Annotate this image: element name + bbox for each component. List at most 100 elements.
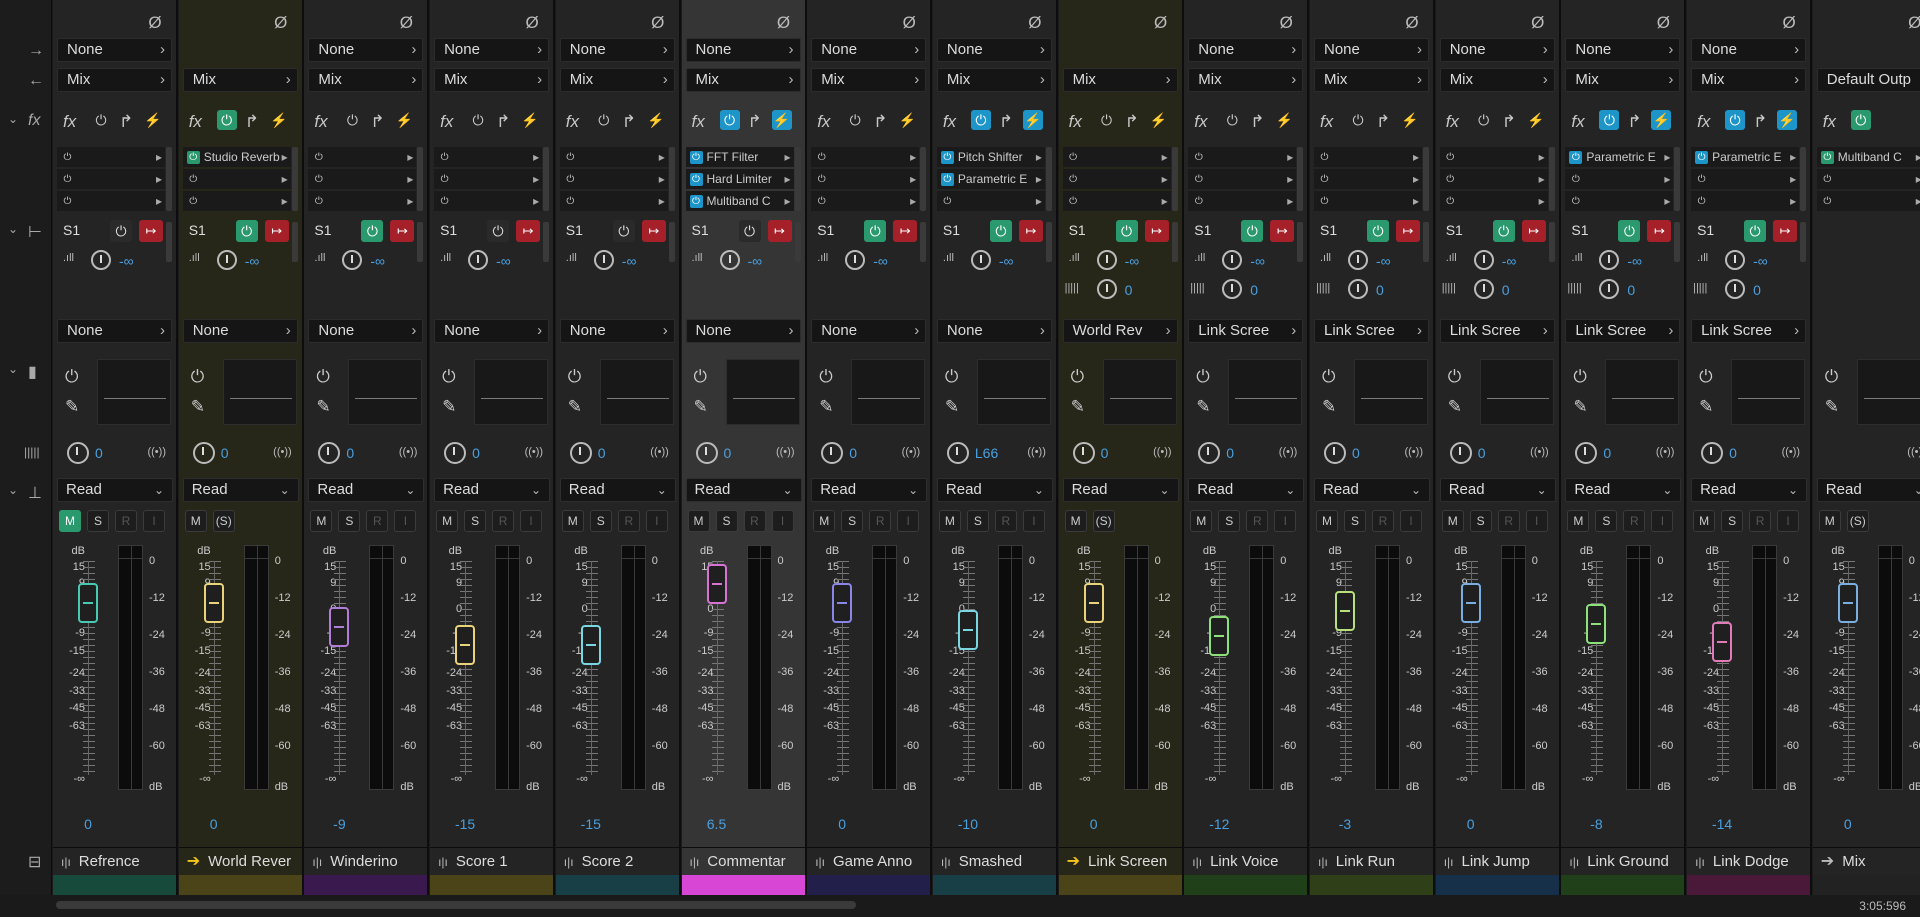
send-destination-select[interactable]: None › (559, 319, 675, 343)
volume-fader-handle[interactable] (1586, 604, 1607, 645)
pre-post-icon[interactable]: ↱ (873, 112, 887, 132)
pre-post-icon[interactable]: ↱ (1753, 112, 1767, 132)
fx-icon[interactable]: fx (1194, 112, 1207, 132)
send-route-button[interactable]: ↦ (767, 220, 792, 242)
volume-fader-handle[interactable] (832, 583, 853, 623)
fx-bolt-icon[interactable]: ⚡ (269, 110, 289, 130)
phase-invert-icon[interactable]: Ø (1904, 12, 1920, 34)
solo-button[interactable]: S (1721, 510, 1744, 532)
eq-graph[interactable] (474, 359, 549, 425)
eq-power-icon[interactable]: ⏻ (1573, 367, 1586, 387)
fx-slot[interactable]: ⏻ ▸ (1062, 191, 1171, 211)
send-power-button[interactable]: ⏻ (1744, 220, 1767, 242)
send-power-button[interactable]: ⏻ (1367, 220, 1389, 242)
send-route-button[interactable]: ↦ (1773, 220, 1798, 242)
send-power-button[interactable]: ⏻ (1241, 220, 1264, 242)
input-select[interactable]: None › (1565, 38, 1681, 62)
pencil-icon[interactable]: ✎ (1825, 397, 1839, 417)
stereo-icon[interactable]: ((•)) (1782, 446, 1801, 458)
fx-icon[interactable]: fx (817, 112, 830, 132)
pencil-icon[interactable]: ✎ (1071, 397, 1085, 417)
send-destination-select[interactable]: Link Scree › (1565, 319, 1681, 343)
track-name[interactable]: ı|ı Link Run (1310, 847, 1433, 875)
solo-button[interactable]: S (1344, 510, 1366, 532)
send-volume-knob[interactable] (342, 250, 363, 270)
pencil-icon[interactable]: ✎ (568, 397, 582, 417)
pencil-icon[interactable]: ✎ (1322, 397, 1336, 417)
phase-invert-icon[interactable]: Ø (270, 12, 292, 34)
fx-icon[interactable]: fx (1069, 112, 1082, 132)
fx-bolt-icon[interactable]: ⚡ (520, 110, 540, 130)
eq-power-icon[interactable]: ⏻ (1071, 367, 1084, 387)
fx-slot-power-icon[interactable]: ⏻ (187, 195, 200, 208)
fader-value[interactable]: -3 (1310, 816, 1380, 832)
pre-post-icon[interactable]: ↱ (1250, 112, 1264, 132)
track-name[interactable]: ı|ı Link Voice (1184, 847, 1308, 875)
stereo-icon[interactable]: ((•)) (525, 446, 544, 458)
send-scrollbar[interactable] (1171, 222, 1178, 262)
automation-mode-select[interactable]: Read ⌄ (559, 478, 676, 502)
fx-slot[interactable]: ⏻ Parametric E ▸ (1691, 147, 1800, 167)
send-scrollbar[interactable] (543, 222, 550, 262)
fx-slot-power-icon[interactable]: ⏻ (815, 151, 828, 164)
fx-slot[interactable]: ⏻ ▸ (936, 191, 1045, 211)
fx-slot-power-icon[interactable]: ⏻ (1067, 173, 1080, 186)
fader-value[interactable]: -10 (933, 816, 1003, 832)
fx-icon[interactable]: fx (943, 112, 956, 132)
fx-slot[interactable]: ⏻ ▸ (1314, 191, 1422, 211)
pencil-icon[interactable]: ✎ (1448, 397, 1462, 417)
send-scrollbar[interactable] (1423, 222, 1429, 262)
fx-scrollbar[interactable] (920, 147, 927, 211)
input-select[interactable]: None › (434, 38, 550, 62)
send-pan-knob[interactable] (1348, 279, 1368, 299)
fx-icon[interactable]: fx (1320, 112, 1333, 132)
input-monitor-button[interactable]: I (394, 510, 417, 532)
fx-scrollbar[interactable] (1045, 147, 1052, 211)
fx-slot-power-icon[interactable]: ⏻ (1821, 195, 1834, 208)
fx-power-button[interactable]: ⏻ (468, 110, 488, 130)
track-name[interactable]: ı|ı Link Ground (1561, 847, 1685, 875)
volume-fader-handle[interactable] (1837, 583, 1858, 623)
solo-button[interactable]: S (1595, 510, 1618, 532)
phase-invert-icon[interactable]: Ø (144, 12, 166, 34)
fx-power-button[interactable]: ⏻ (1850, 110, 1871, 130)
fx-slot-power-icon[interactable]: ⏻ (312, 173, 325, 186)
solo-button[interactable]: S (589, 510, 612, 532)
fx-slot[interactable]: ⏻ ▸ (182, 169, 291, 189)
send-scrollbar[interactable] (166, 222, 172, 262)
fx-slot-power-icon[interactable]: ⏻ (61, 151, 74, 164)
eq-power-icon[interactable]: ⏻ (568, 367, 581, 387)
volume-fader-handle[interactable] (455, 625, 476, 665)
fx-scrollbar[interactable] (417, 147, 424, 211)
fx-power-button[interactable]: ⏻ (1725, 110, 1746, 130)
output-select[interactable]: Mix › (434, 68, 550, 92)
fx-power-button[interactable]: ⏻ (970, 110, 991, 130)
input-select[interactable]: None › (57, 38, 172, 62)
input-monitor-button[interactable]: I (143, 510, 165, 532)
eq-power-icon[interactable]: ⏻ (442, 367, 455, 387)
fx-slot[interactable]: ⏻ ▸ (1691, 169, 1800, 189)
fx-slot-power-icon[interactable]: ⏻ (815, 173, 828, 186)
volume-fader-handle[interactable] (1209, 616, 1230, 656)
send-power-button[interactable]: ⏻ (487, 220, 510, 242)
pre-post-icon[interactable]: ↱ (1125, 112, 1139, 132)
volume-fader-handle[interactable] (1460, 583, 1481, 623)
volume-fader-handle[interactable] (1335, 591, 1355, 631)
eq-row-toggle[interactable]: ⌄ ▮ (0, 362, 52, 382)
track-name[interactable]: ı|ı Commentar (681, 847, 805, 875)
pan-knob[interactable] (1072, 442, 1095, 464)
send-route-button[interactable]: ↦ (1396, 220, 1420, 242)
fx-slot-power-icon[interactable]: ⏻ (187, 173, 200, 186)
fx-slot[interactable]: ⏻ ▸ (1439, 169, 1548, 189)
pre-post-icon[interactable]: ↱ (245, 112, 259, 132)
mute-button[interactable]: M (561, 510, 584, 532)
mute-button[interactable]: M (436, 510, 459, 532)
eq-graph[interactable] (1354, 359, 1428, 425)
track-name[interactable]: ı|ı Score 2 (555, 847, 679, 875)
fx-slot-power-icon[interactable]: ⏻ (438, 195, 451, 208)
eq-graph[interactable] (1228, 359, 1303, 425)
fx-slot[interactable]: ⏻ ▸ (1439, 147, 1548, 167)
eq-graph[interactable] (851, 359, 926, 425)
fx-slot-power-icon[interactable]: ⏻ (1318, 195, 1331, 208)
volume-fader-handle[interactable] (706, 564, 727, 605)
